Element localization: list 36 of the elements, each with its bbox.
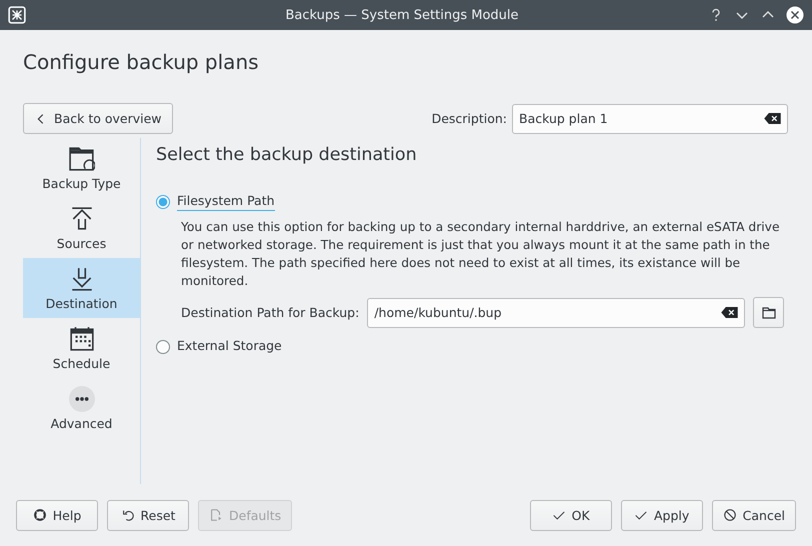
footer-button[interactable]: Apply (620, 500, 703, 530)
calendar-icon (68, 326, 94, 352)
sidebar-item[interactable]: Destination (23, 258, 140, 318)
folder-icon (760, 304, 777, 320)
option-description: You can use this option for backing up to a secondary internal harddrive, an external eSATA drive or networked storage. The requirement is just that you always mount it at the same path in the filesystem. The path specified here does not need to exist at all times, its existance will be monitored. (181, 219, 781, 290)
back-button[interactable]: Back to overview (23, 103, 173, 134)
undo-icon (120, 508, 135, 522)
radio-label[interactable]: Filesystem Path (177, 193, 275, 211)
path-label: Destination Path for Backup: (181, 305, 360, 320)
sidebar-item[interactable]: Backup Type (23, 138, 140, 198)
app-icon (8, 6, 26, 24)
sidebar-item[interactable]: Sources (23, 198, 140, 258)
radio-label[interactable]: External Storage (177, 338, 282, 356)
browse-button[interactable] (753, 297, 784, 328)
sidebar-item[interactable]: Schedule (23, 318, 140, 378)
page-heading: Configure backup plans (23, 50, 260, 76)
clear-icon[interactable] (721, 307, 738, 318)
clear-icon[interactable] (764, 113, 781, 124)
lifebuoy-icon (32, 508, 47, 522)
radio-button[interactable] (156, 340, 170, 354)
sidebar-item[interactable]: Advanced (23, 378, 140, 438)
footer-button[interactable]: Reset (107, 500, 189, 530)
description-field[interactable]: Backup plan 1 (512, 104, 788, 134)
footer-button[interactable]: OK (530, 500, 612, 530)
close-icon[interactable] (786, 6, 804, 24)
description-label: Description: (432, 111, 507, 126)
document-icon (209, 508, 223, 522)
radio-button[interactable] (156, 195, 170, 209)
footer-button[interactable]: Help (16, 500, 98, 530)
footer-button[interactable]: Cancel (712, 500, 796, 530)
section-title: Select the backup destination (156, 145, 418, 165)
more-icon (68, 386, 94, 412)
path-field[interactable]: /home/kubuntu/.bup (367, 298, 746, 328)
window-title: Backups — System Settings Module (284, 8, 520, 22)
cancel-icon (722, 508, 737, 522)
folder-icon (68, 146, 94, 172)
